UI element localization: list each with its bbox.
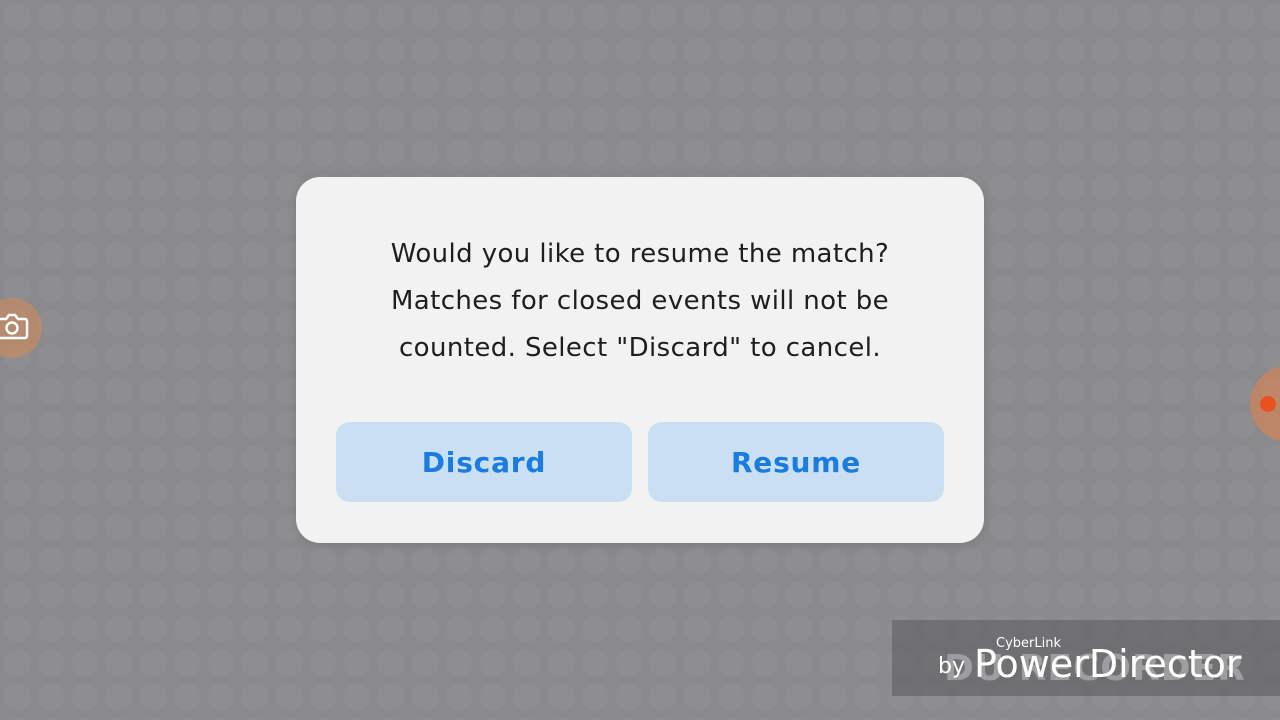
record-dot-icon: [1260, 396, 1276, 412]
dialog-message-line: Would you like to resume the match?: [390, 239, 890, 269]
discard-button[interactable]: Discard: [336, 422, 632, 502]
dialog-message-line: Matches for closed events will not be: [390, 286, 890, 316]
resume-match-dialog: Would you like to resume the match? Matc…: [296, 177, 984, 543]
resume-button[interactable]: Resume: [648, 422, 944, 502]
watermark-product: PowerDirector: [974, 642, 1242, 686]
dialog-message-line: counted. Select "Discard" to cancel.: [398, 333, 882, 363]
watermark-by: by: [938, 654, 965, 679]
powerdirector-watermark: DU RECORDER by CyberLink PowerDirector: [892, 620, 1280, 696]
dialog-message: Would you like to resume the match? Matc…: [336, 231, 944, 372]
camera-icon: [0, 312, 29, 344]
